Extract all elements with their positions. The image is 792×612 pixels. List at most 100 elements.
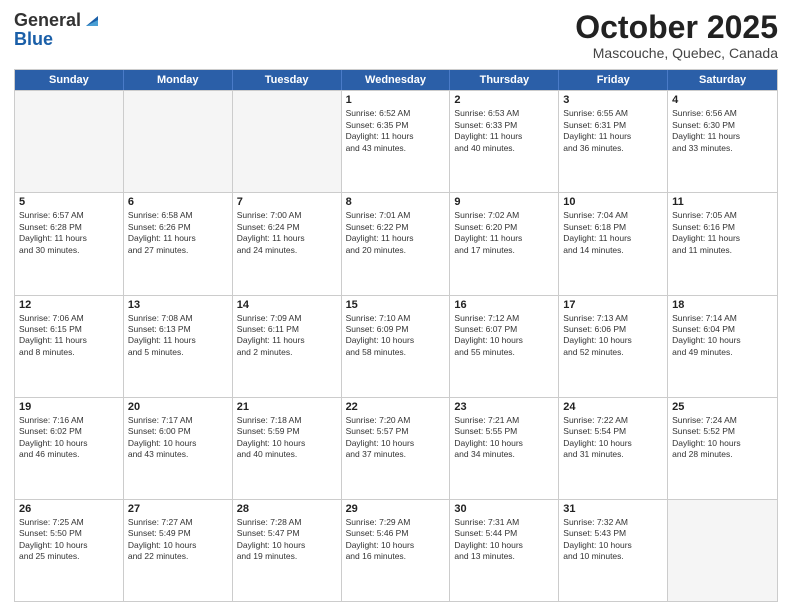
cal-cell: 28 Sunrise: 7:28 AM Sunset: 5:47 PM Dayli…: [233, 500, 342, 601]
cal-cell: 22 Sunrise: 7:20 AM Sunset: 5:57 PM Dayli…: [342, 398, 451, 499]
cal-cell: 7 Sunrise: 7:00 AM Sunset: 6:24 PM Daylig…: [233, 193, 342, 294]
cell-info: Sunrise: 7:06 AM Sunset: 6:15 PM Dayligh…: [19, 313, 119, 359]
cal-cell: [15, 91, 124, 192]
header: General Blue October 2025 Mascouche, Que…: [14, 10, 778, 61]
day-number: 22: [346, 401, 446, 413]
cal-cell: [668, 500, 777, 601]
day-number: 18: [672, 299, 773, 311]
cell-info: Sunrise: 7:22 AM Sunset: 5:54 PM Dayligh…: [563, 415, 663, 461]
day-number: 30: [454, 503, 554, 515]
logo-general-text: General: [14, 10, 81, 31]
cal-cell: 13 Sunrise: 7:08 AM Sunset: 6:13 PM Dayli…: [124, 296, 233, 397]
cal-cell: 11 Sunrise: 7:05 AM Sunset: 6:16 PM Dayli…: [668, 193, 777, 294]
day-number: 20: [128, 401, 228, 413]
title-block: October 2025 Mascouche, Quebec, Canada: [575, 10, 778, 61]
day-number: 21: [237, 401, 337, 413]
cell-info: Sunrise: 7:00 AM Sunset: 6:24 PM Dayligh…: [237, 210, 337, 256]
cell-info: Sunrise: 7:20 AM Sunset: 5:57 PM Dayligh…: [346, 415, 446, 461]
cal-cell: 26Sunrise: 7:25 AM Sunset: 5:50 PM Dayli…: [15, 500, 124, 601]
day-number: 27: [128, 503, 228, 515]
subtitle: Mascouche, Quebec, Canada: [575, 45, 778, 61]
cell-info: Sunrise: 6:55 AM Sunset: 6:31 PM Dayligh…: [563, 108, 663, 154]
day-number: 26: [19, 503, 119, 515]
day-number: 9: [454, 196, 554, 208]
cal-cell: 29 Sunrise: 7:29 AM Sunset: 5:46 PM Dayli…: [342, 500, 451, 601]
logo: General Blue: [14, 10, 98, 50]
day-number: 1: [346, 94, 446, 106]
cal-cell: 3 Sunrise: 6:55 AM Sunset: 6:31 PM Daylig…: [559, 91, 668, 192]
cal-header-friday: Friday: [559, 70, 668, 90]
day-number: 23: [454, 401, 554, 413]
cal-row-1: 5Sunrise: 6:57 AM Sunset: 6:28 PM Daylig…: [15, 192, 777, 294]
day-number: 11: [672, 196, 773, 208]
cal-cell: 18 Sunrise: 7:14 AM Sunset: 6:04 PM Dayli…: [668, 296, 777, 397]
cal-row-4: 26Sunrise: 7:25 AM Sunset: 5:50 PM Dayli…: [15, 499, 777, 601]
cell-info: Sunrise: 6:52 AM Sunset: 6:35 PM Dayligh…: [346, 108, 446, 154]
cal-header-monday: Monday: [124, 70, 233, 90]
cal-cell: 21Sunrise: 7:18 AM Sunset: 5:59 PM Dayli…: [233, 398, 342, 499]
cell-info: Sunrise: 7:21 AM Sunset: 5:55 PM Dayligh…: [454, 415, 554, 461]
cal-header-thursday: Thursday: [450, 70, 559, 90]
day-number: 14: [237, 299, 337, 311]
day-number: 3: [563, 94, 663, 106]
cell-info: Sunrise: 7:17 AM Sunset: 6:00 PM Dayligh…: [128, 415, 228, 461]
day-number: 6: [128, 196, 228, 208]
cal-cell: 23 Sunrise: 7:21 AM Sunset: 5:55 PM Dayli…: [450, 398, 559, 499]
cal-cell: 17 Sunrise: 7:13 AM Sunset: 6:06 PM Dayli…: [559, 296, 668, 397]
cell-info: Sunrise: 7:29 AM Sunset: 5:46 PM Dayligh…: [346, 517, 446, 563]
day-number: 17: [563, 299, 663, 311]
day-number: 2: [454, 94, 554, 106]
cell-info: Sunrise: 7:05 AM Sunset: 6:16 PM Dayligh…: [672, 210, 773, 256]
cell-info: Sunrise: 7:16 AM Sunset: 6:02 PM Dayligh…: [19, 415, 119, 461]
day-number: 19: [19, 401, 119, 413]
cell-info: Sunrise: 6:53 AM Sunset: 6:33 PM Dayligh…: [454, 108, 554, 154]
cell-info: Sunrise: 7:08 AM Sunset: 6:13 PM Dayligh…: [128, 313, 228, 359]
cell-info: Sunrise: 7:12 AM Sunset: 6:07 PM Dayligh…: [454, 313, 554, 359]
cell-info: Sunrise: 7:09 AM Sunset: 6:11 PM Dayligh…: [237, 313, 337, 359]
logo-wing-icon: [82, 12, 98, 28]
cal-cell: 6 Sunrise: 6:58 AM Sunset: 6:26 PM Daylig…: [124, 193, 233, 294]
day-number: 10: [563, 196, 663, 208]
cell-info: Sunrise: 6:57 AM Sunset: 6:28 PM Dayligh…: [19, 210, 119, 256]
cell-info: Sunrise: 6:56 AM Sunset: 6:30 PM Dayligh…: [672, 108, 773, 154]
cell-info: Sunrise: 7:14 AM Sunset: 6:04 PM Dayligh…: [672, 313, 773, 359]
cal-cell: [233, 91, 342, 192]
cal-cell: 20 Sunrise: 7:17 AM Sunset: 6:00 PM Dayli…: [124, 398, 233, 499]
day-number: 16: [454, 299, 554, 311]
cal-cell: 5Sunrise: 6:57 AM Sunset: 6:28 PM Daylig…: [15, 193, 124, 294]
cell-info: Sunrise: 7:13 AM Sunset: 6:06 PM Dayligh…: [563, 313, 663, 359]
page: General Blue October 2025 Mascouche, Que…: [0, 0, 792, 612]
cell-info: Sunrise: 7:32 AM Sunset: 5:43 PM Dayligh…: [563, 517, 663, 563]
cal-cell: 15 Sunrise: 7:10 AM Sunset: 6:09 PM Dayli…: [342, 296, 451, 397]
cal-cell: 31 Sunrise: 7:32 AM Sunset: 5:43 PM Dayli…: [559, 500, 668, 601]
calendar: SundayMondayTuesdayWednesdayThursdayFrid…: [14, 69, 778, 602]
day-number: 13: [128, 299, 228, 311]
day-number: 4: [672, 94, 773, 106]
cell-info: Sunrise: 7:28 AM Sunset: 5:47 PM Dayligh…: [237, 517, 337, 563]
day-number: 12: [19, 299, 119, 311]
day-number: 15: [346, 299, 446, 311]
cal-cell: 19 Sunrise: 7:16 AM Sunset: 6:02 PM Dayli…: [15, 398, 124, 499]
cal-row-0: 1 Sunrise: 6:52 AM Sunset: 6:35 PM Daylig…: [15, 90, 777, 192]
cal-cell: 8Sunrise: 7:01 AM Sunset: 6:22 PM Daylig…: [342, 193, 451, 294]
cal-cell: 24 Sunrise: 7:22 AM Sunset: 5:54 PM Dayli…: [559, 398, 668, 499]
cell-info: Sunrise: 7:24 AM Sunset: 5:52 PM Dayligh…: [672, 415, 773, 461]
day-number: 25: [672, 401, 773, 413]
calendar-header-row: SundayMondayTuesdayWednesdayThursdayFrid…: [15, 70, 777, 90]
cal-cell: 16 Sunrise: 7:12 AM Sunset: 6:07 PM Dayli…: [450, 296, 559, 397]
cal-cell: [124, 91, 233, 192]
day-number: 31: [563, 503, 663, 515]
cal-row-3: 19 Sunrise: 7:16 AM Sunset: 6:02 PM Dayli…: [15, 397, 777, 499]
cal-cell: 25 Sunrise: 7:24 AM Sunset: 5:52 PM Dayli…: [668, 398, 777, 499]
day-number: 28: [237, 503, 337, 515]
cell-info: Sunrise: 6:58 AM Sunset: 6:26 PM Dayligh…: [128, 210, 228, 256]
day-number: 24: [563, 401, 663, 413]
cal-cell: 14 Sunrise: 7:09 AM Sunset: 6:11 PM Dayli…: [233, 296, 342, 397]
day-number: 29: [346, 503, 446, 515]
cal-cell: 27Sunrise: 7:27 AM Sunset: 5:49 PM Dayli…: [124, 500, 233, 601]
cell-info: Sunrise: 7:10 AM Sunset: 6:09 PM Dayligh…: [346, 313, 446, 359]
day-number: 7: [237, 196, 337, 208]
cal-header-sunday: Sunday: [15, 70, 124, 90]
cal-cell: 10Sunrise: 7:04 AM Sunset: 6:18 PM Dayli…: [559, 193, 668, 294]
cal-header-saturday: Saturday: [668, 70, 777, 90]
